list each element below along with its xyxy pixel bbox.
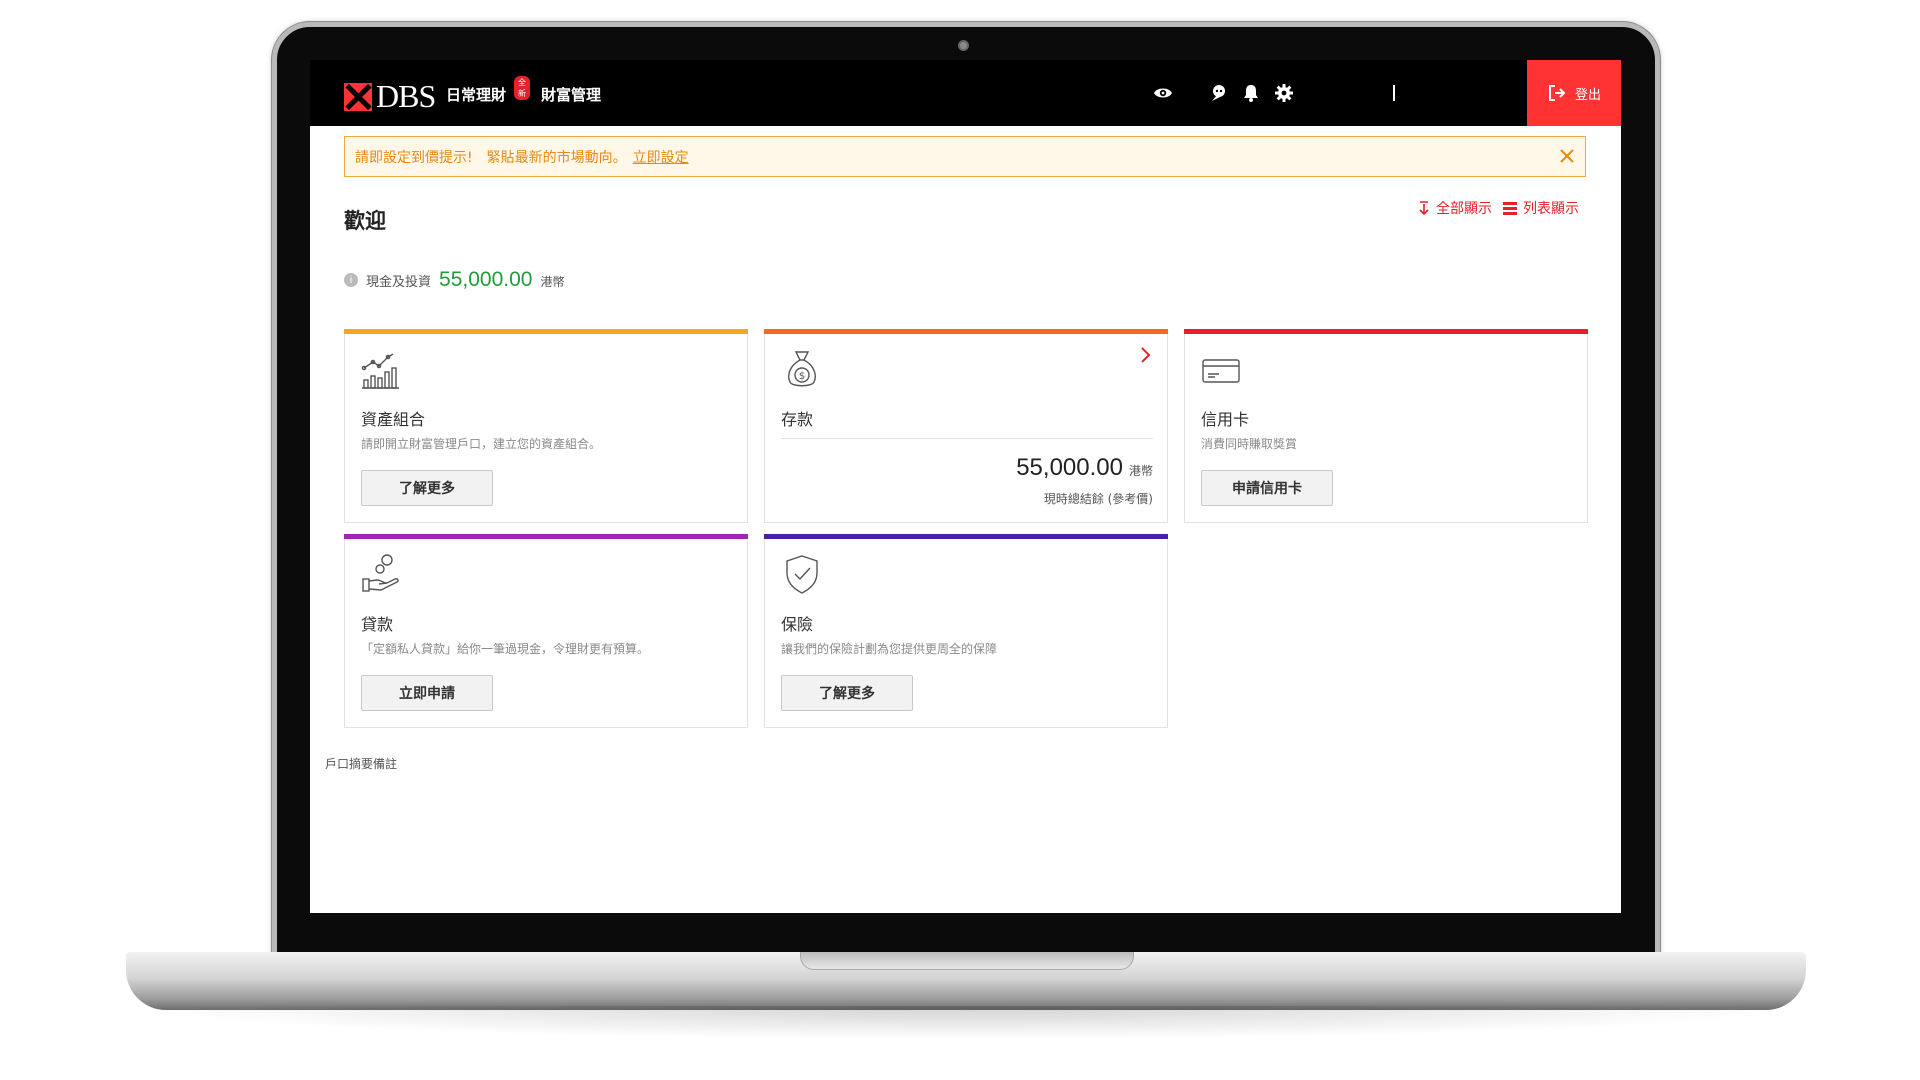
apply-now-button[interactable]: 立即申請 bbox=[361, 675, 493, 711]
close-icon[interactable] bbox=[1557, 146, 1577, 166]
laptop-shadow bbox=[126, 1006, 1806, 1040]
gear-icon[interactable] bbox=[1274, 83, 1294, 103]
nav-divider bbox=[1393, 85, 1395, 101]
card-divider bbox=[781, 438, 1153, 439]
insurance-card: 保險 讓我們的保險計劃為您提供更周全的保障 了解更多 bbox=[764, 534, 1168, 728]
apply-credit-card-button[interactable]: 申請信用卡 bbox=[1201, 470, 1333, 506]
eye-icon[interactable] bbox=[1153, 83, 1173, 103]
deposit-balance: 55,000.00 港幣 bbox=[1016, 454, 1153, 482]
card-title: 存款 bbox=[781, 410, 814, 429]
card-accent-bar bbox=[764, 329, 1168, 334]
list-view-label: 列表顯示 bbox=[1523, 201, 1579, 217]
card-description: 請即開立財富管理戶口，建立您的資產組合。 bbox=[361, 437, 602, 451]
top-nav-bar: DBS 日常理財 全新 財富管理 登出 bbox=[310, 60, 1621, 126]
loans-card: 貸款 「定額私人貸款」給你一筆過現金，令理財更有預算。 立即申請 bbox=[344, 534, 748, 728]
balance-label: 現金及投資 bbox=[366, 275, 432, 290]
card-accent-bar bbox=[764, 534, 1168, 539]
webcam bbox=[958, 40, 969, 51]
svg-text:$: $ bbox=[799, 371, 805, 382]
deposits-card[interactable]: $ 存款 55,000.00 港幣 現時總結餘 (參考價) bbox=[764, 329, 1168, 523]
page-title: 歡迎 bbox=[344, 209, 386, 233]
alert-message: 緊貼最新的市場動向。 bbox=[486, 149, 627, 166]
portfolio-card: 資產組合 請即開立財富管理戶口，建立您的資產組合。 了解更多 bbox=[344, 329, 748, 523]
alert-set-now-link[interactable]: 立即設定 bbox=[633, 147, 689, 167]
list-view-link[interactable]: 列表顯示 bbox=[1502, 198, 1579, 218]
bell-icon[interactable] bbox=[1241, 83, 1261, 103]
card-accent-bar bbox=[344, 534, 748, 539]
nav-wealth-management[interactable]: 財富管理 bbox=[541, 84, 601, 105]
deposit-amount: 55,000.00 bbox=[1016, 454, 1123, 481]
expand-all-link[interactable]: 全部顯示 bbox=[1417, 198, 1492, 218]
account-summary-footnote-link[interactable]: 戶口摘要備註 bbox=[325, 755, 397, 772]
alert-heading: 請即設定到價提示! bbox=[355, 149, 473, 166]
expand-down-icon bbox=[1419, 201, 1429, 216]
growth-chart-icon bbox=[361, 353, 399, 389]
card-description: 「定額私人貸款」給你一筆過現金，令理財更有預算。 bbox=[361, 642, 650, 656]
learn-more-button[interactable]: 了解更多 bbox=[781, 675, 913, 711]
card-description: 消費同時賺取獎賞 bbox=[1201, 437, 1298, 451]
credit-card-card: 信用卡 消費同時賺取獎賞 申請信用卡 bbox=[1184, 329, 1588, 523]
card-accent-bar bbox=[344, 329, 748, 334]
nav-daily-banking[interactable]: 日常理財 全新 bbox=[446, 76, 530, 105]
price-alert-banner: 請即設定到價提示! 緊貼最新的市場動向。 立即設定 bbox=[344, 136, 1586, 177]
support-chat-icon[interactable] bbox=[1208, 83, 1228, 103]
expand-all-label: 全部顯示 bbox=[1436, 201, 1492, 217]
chevron-right-icon[interactable] bbox=[1139, 346, 1153, 364]
dbs-logo-mark-icon bbox=[344, 82, 372, 111]
cash-investment-summary: i 現金及投資 55,000.00 港幣 bbox=[344, 268, 564, 292]
deposit-currency: 港幣 bbox=[1128, 464, 1153, 478]
deposit-balance-note: 現時總結餘 (參考價) bbox=[1043, 492, 1153, 506]
learn-more-button[interactable]: 了解更多 bbox=[361, 470, 493, 506]
dbs-logo[interactable]: DBS bbox=[344, 78, 436, 115]
balance-amount: 55,000.00 bbox=[439, 268, 533, 291]
nav-daily-banking-label: 日常理財 bbox=[446, 86, 507, 104]
balance-currency: 港幣 bbox=[540, 275, 565, 289]
logout-label: 登出 bbox=[1574, 87, 1601, 103]
list-icon bbox=[1503, 202, 1517, 215]
logout-icon bbox=[1548, 85, 1566, 101]
hand-coins-icon bbox=[362, 554, 399, 592]
nav-wealth-management-label: 財富管理 bbox=[541, 86, 602, 104]
card-accent-bar bbox=[1184, 329, 1588, 334]
logout-button[interactable]: 登出 bbox=[1527, 60, 1621, 126]
new-badge: 全新 bbox=[514, 76, 530, 100]
shield-check-icon bbox=[786, 555, 818, 594]
card-description: 讓我們的保險計劃為您提供更周全的保障 bbox=[781, 642, 998, 656]
card-title: 資產組合 bbox=[361, 410, 426, 429]
laptop-notch bbox=[800, 952, 1134, 970]
money-bag-icon: $ bbox=[788, 351, 816, 387]
card-title: 保險 bbox=[781, 615, 814, 634]
card-title: 信用卡 bbox=[1201, 410, 1250, 429]
info-icon[interactable]: i bbox=[344, 273, 358, 287]
app-screen: DBS 日常理財 全新 財富管理 登出 請即設定到價提示! 緊貼最新的市場動向。… bbox=[310, 60, 1621, 913]
credit-card-icon bbox=[1202, 359, 1240, 383]
view-toggle-links: 全部顯示 列表顯示 bbox=[1417, 198, 1579, 218]
card-title: 貸款 bbox=[361, 615, 394, 634]
dbs-logo-text: DBS bbox=[376, 78, 436, 114]
